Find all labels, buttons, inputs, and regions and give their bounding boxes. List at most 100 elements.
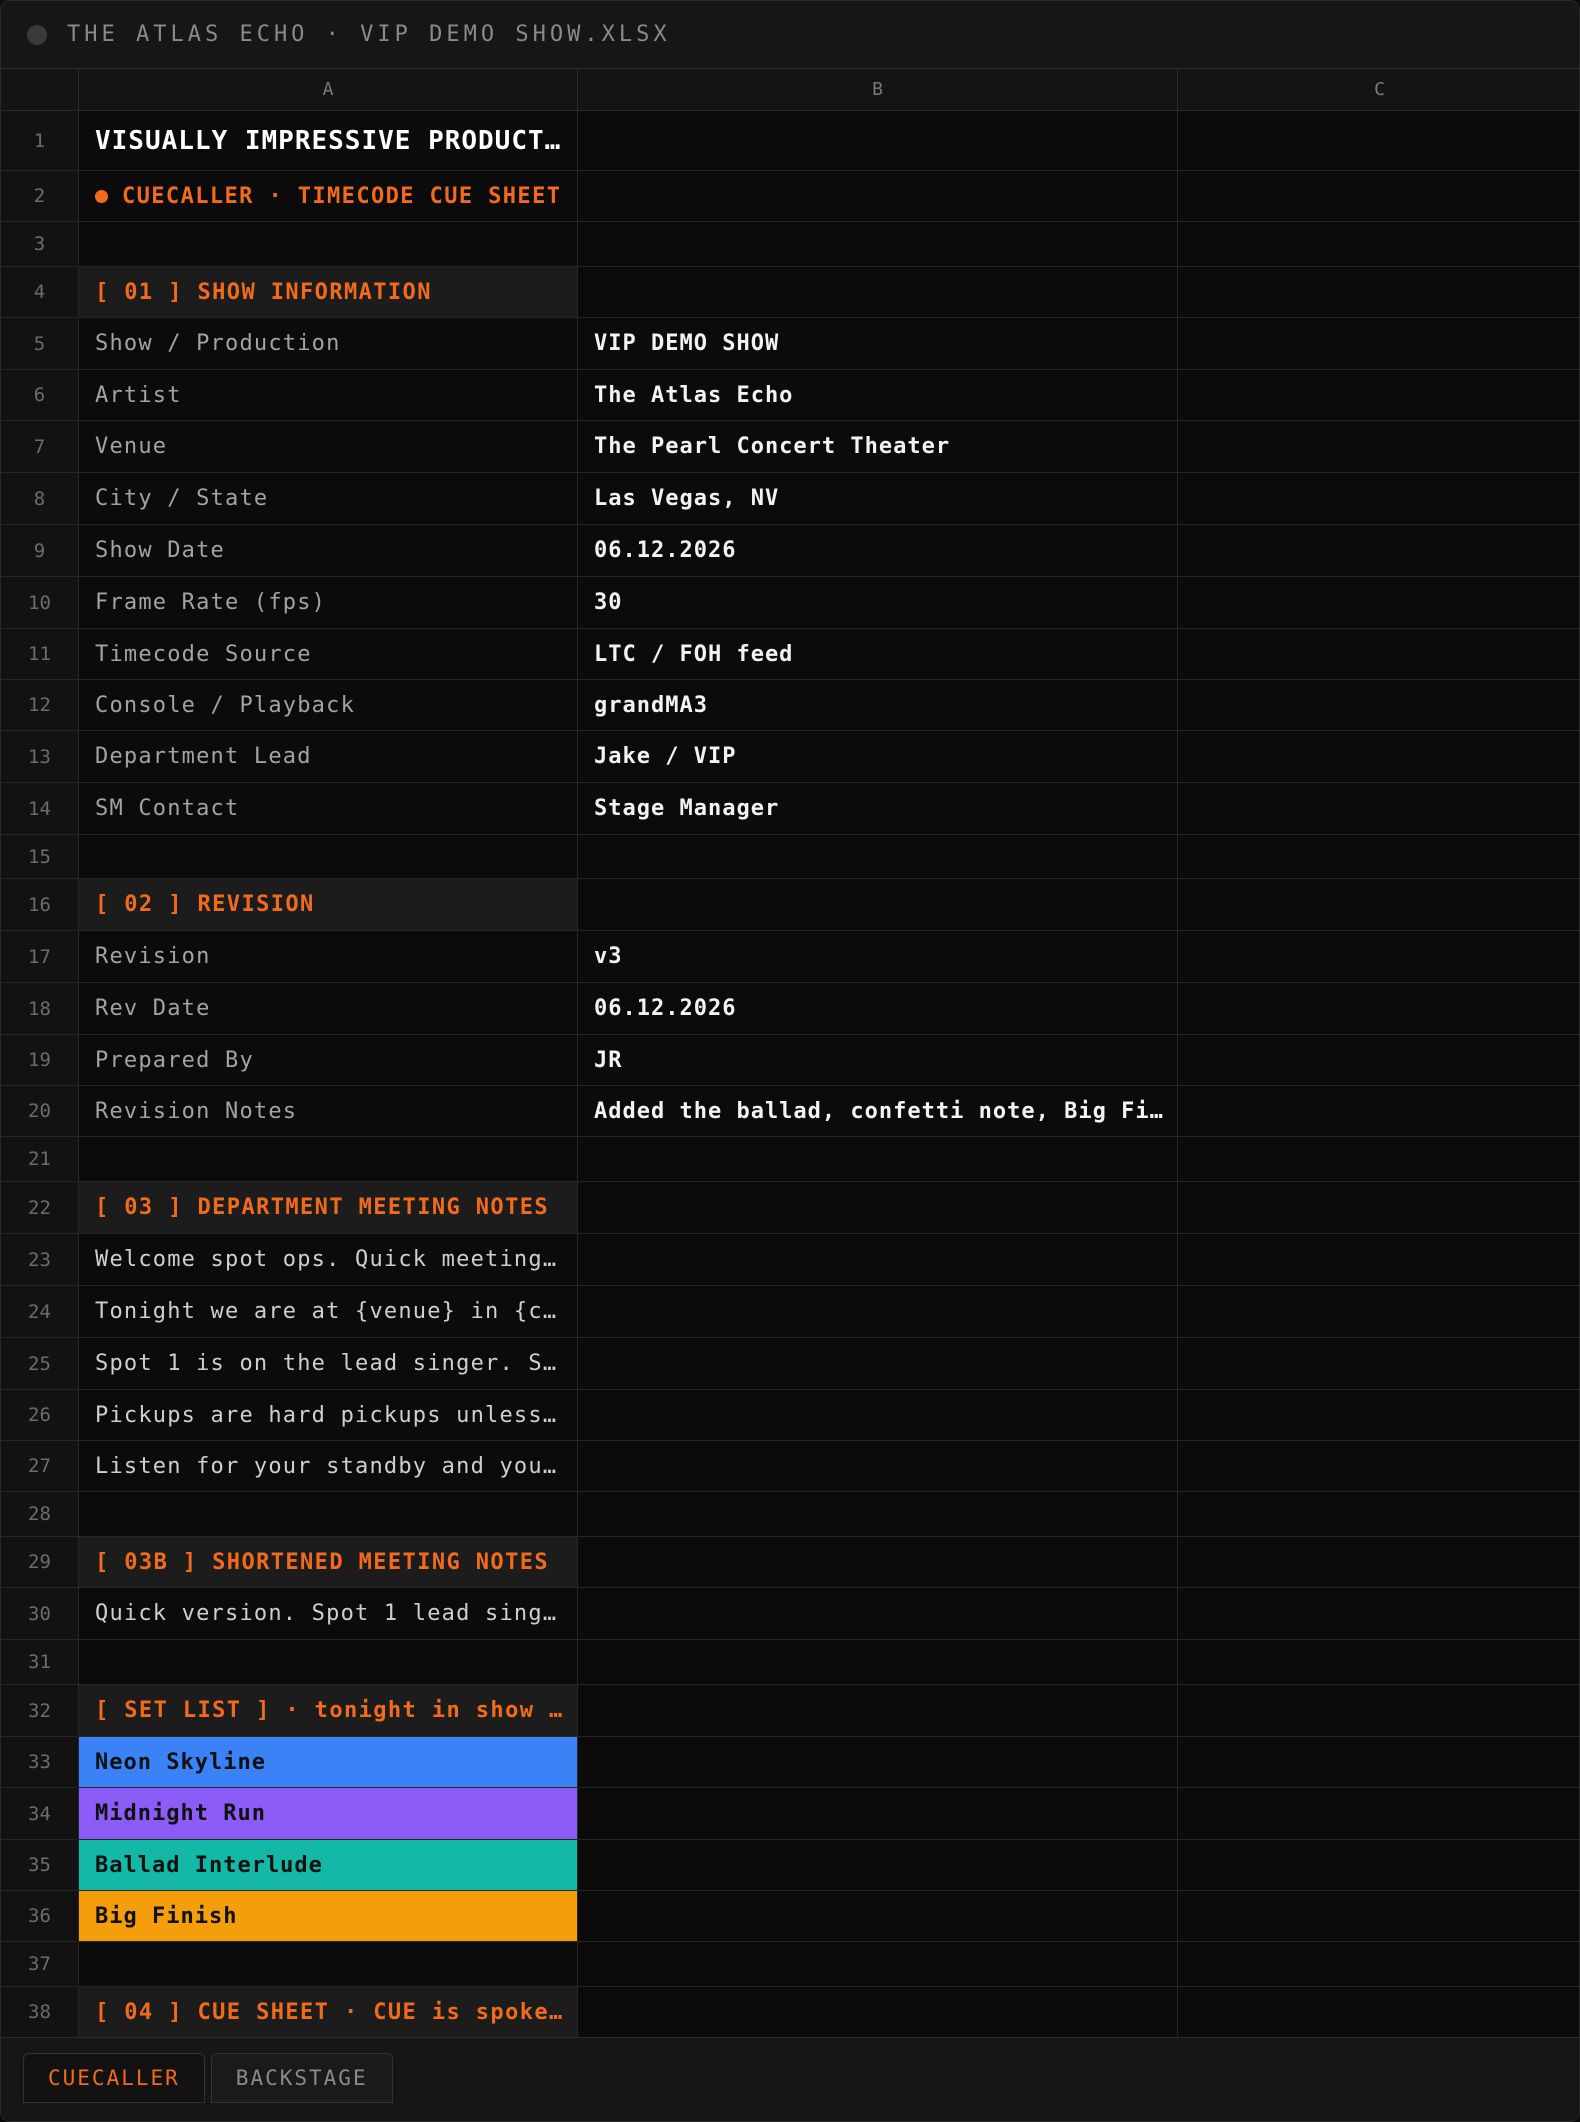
cell[interactable]: [1178, 835, 1579, 878]
row-number[interactable]: 35: [1, 1840, 79, 1890]
row-number[interactable]: 21: [1, 1137, 79, 1181]
cell[interactable]: [1178, 370, 1579, 420]
cell[interactable]: [1178, 1286, 1579, 1337]
cell[interactable]: [79, 1492, 578, 1536]
cell[interactable]: [578, 267, 1178, 317]
cell-note[interactable]: Listen for your standby and your go.: [79, 1441, 578, 1491]
cell[interactable]: [578, 222, 1178, 266]
column-header-b[interactable]: B: [578, 69, 1178, 110]
cell[interactable]: [578, 1737, 1178, 1787]
row-number[interactable]: 4: [1, 267, 79, 317]
cell-value[interactable]: JR: [578, 1035, 1178, 1085]
section-header[interactable]: [ 03 ] DEPARTMENT MEETING NOTES: [79, 1182, 578, 1233]
row-number[interactable]: 25: [1, 1338, 79, 1389]
row-number[interactable]: 30: [1, 1588, 79, 1639]
cell[interactable]: [1178, 1987, 1579, 2037]
cell[interactable]: [1178, 1234, 1579, 1285]
cell[interactable]: [1178, 680, 1579, 730]
cell-note[interactable]: Pickups are hard pickups unless called o…: [79, 1390, 578, 1440]
cell-value[interactable]: The Pearl Concert Theater: [578, 421, 1178, 472]
section-header[interactable]: [ 03B ] SHORTENED MEETING NOTES: [79, 1537, 578, 1587]
cell[interactable]: [1178, 222, 1579, 266]
cell[interactable]: [578, 1685, 1178, 1736]
cell-value[interactable]: 06.12.2026: [578, 983, 1178, 1034]
cell[interactable]: [1178, 783, 1579, 834]
cell[interactable]: [1178, 1492, 1579, 1536]
select-all-corner[interactable]: [1, 69, 79, 110]
cell[interactable]: [1178, 1137, 1579, 1181]
cell[interactable]: [1178, 629, 1579, 679]
cell[interactable]: [1178, 421, 1579, 472]
setlist-song-cell[interactable]: Ballad Interlude: [79, 1840, 578, 1890]
setlist-song-cell[interactable]: Midnight Run: [79, 1788, 578, 1839]
row-number[interactable]: 26: [1, 1390, 79, 1440]
cell[interactable]: [1178, 931, 1579, 982]
row-number[interactable]: 19: [1, 1035, 79, 1085]
cell[interactable]: [578, 1840, 1178, 1890]
section-header[interactable]: [ 01 ] SHOW INFORMATION: [79, 267, 578, 317]
cell[interactable]: [1178, 983, 1579, 1034]
row-number[interactable]: 38: [1, 1987, 79, 2037]
cell[interactable]: [578, 1942, 1178, 1986]
cell[interactable]: [79, 1640, 578, 1684]
row-number[interactable]: 1: [1, 111, 79, 170]
cell[interactable]: [578, 1987, 1178, 2037]
section-header[interactable]: [ 02 ] REVISION: [79, 879, 578, 930]
cell-value[interactable]: v3: [578, 931, 1178, 982]
cell-label[interactable]: Show / Production: [79, 318, 578, 369]
row-number[interactable]: 6: [1, 370, 79, 420]
cell[interactable]: [1178, 1390, 1579, 1440]
cell[interactable]: [1178, 1788, 1579, 1839]
sheet-tab-backstage[interactable]: BACKSTAGE: [210, 2053, 393, 2103]
cell[interactable]: [1178, 731, 1579, 782]
cell[interactable]: [1178, 473, 1579, 524]
cell[interactable]: [1178, 1441, 1579, 1491]
cell-value[interactable]: VIP DEMO SHOW: [578, 318, 1178, 369]
cell-title[interactable]: VISUALLY IMPRESSIVE PRODUCTION: [79, 111, 578, 170]
cell-label[interactable]: Show Date: [79, 525, 578, 576]
row-number[interactable]: 23: [1, 1234, 79, 1285]
cell[interactable]: [578, 171, 1178, 221]
cell[interactable]: [1178, 1182, 1579, 1233]
row-number[interactable]: 31: [1, 1640, 79, 1684]
cell-label[interactable]: Console / Playback: [79, 680, 578, 730]
cell[interactable]: [578, 1286, 1178, 1337]
row-number[interactable]: 27: [1, 1441, 79, 1491]
cell[interactable]: [79, 222, 578, 266]
cell[interactable]: [578, 1492, 1178, 1536]
cell[interactable]: [1178, 1840, 1579, 1890]
cell-label[interactable]: Timecode Source: [79, 629, 578, 679]
section-header[interactable]: [ 04 ] CUE SHEET · CUE is spoken: [79, 1987, 578, 2037]
column-header-a[interactable]: A: [79, 69, 578, 110]
cell-label[interactable]: SM Contact: [79, 783, 578, 834]
row-number[interactable]: 8: [1, 473, 79, 524]
setlist-song-cell[interactable]: Big Finish: [79, 1891, 578, 1941]
cell[interactable]: [1178, 1942, 1579, 1986]
row-number[interactable]: 36: [1, 1891, 79, 1941]
row-number[interactable]: 34: [1, 1788, 79, 1839]
row-number[interactable]: 13: [1, 731, 79, 782]
cell[interactable]: [1178, 1737, 1579, 1787]
cell[interactable]: [1178, 1338, 1579, 1389]
cell[interactable]: [578, 835, 1178, 878]
row-number[interactable]: 11: [1, 629, 79, 679]
cell[interactable]: [1178, 1588, 1579, 1639]
row-number[interactable]: 16: [1, 879, 79, 930]
cell[interactable]: [578, 1640, 1178, 1684]
row-number[interactable]: 20: [1, 1086, 79, 1136]
cell-label[interactable]: City / State: [79, 473, 578, 524]
cell-value[interactable]: grandMA3: [578, 680, 1178, 730]
cell[interactable]: [1178, 1685, 1579, 1736]
cell-label[interactable]: Artist: [79, 370, 578, 420]
cell-value[interactable]: Stage Manager: [578, 783, 1178, 834]
row-number[interactable]: 9: [1, 525, 79, 576]
cell-value[interactable]: The Atlas Echo: [578, 370, 1178, 420]
cell-value[interactable]: 06.12.2026: [578, 525, 1178, 576]
cell-label[interactable]: Department Lead: [79, 731, 578, 782]
cell[interactable]: [1178, 318, 1579, 369]
cell[interactable]: [578, 1891, 1178, 1941]
cell[interactable]: [578, 1537, 1178, 1587]
cell-note[interactable]: Spot 1 is on the lead singer. Spot 2 is …: [79, 1338, 578, 1389]
cell[interactable]: [578, 1390, 1178, 1440]
cell-value[interactable]: LTC / FOH feed: [578, 629, 1178, 679]
